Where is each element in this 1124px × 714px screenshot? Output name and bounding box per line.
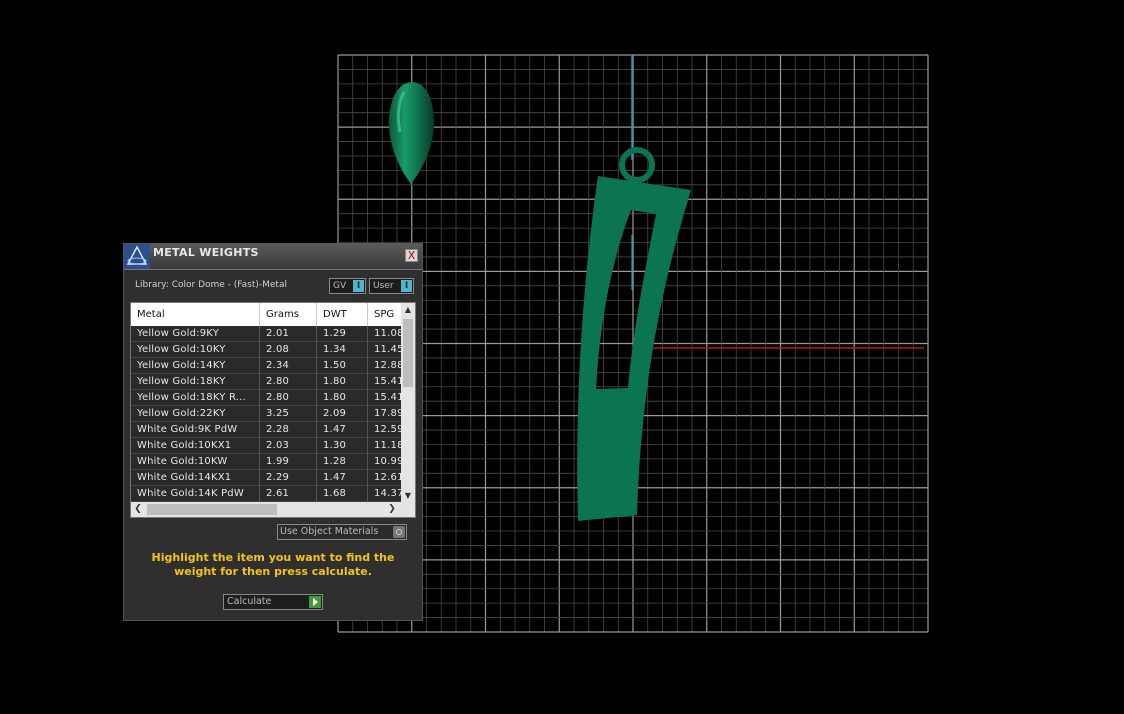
table-row[interactable]: White Gold:10KW 1.99 1.28 10.99 bbox=[131, 454, 403, 470]
scroll-left-icon[interactable]: ❮ bbox=[131, 502, 145, 517]
cell-grams: 2.80 bbox=[260, 374, 317, 390]
cell-grams: 1.99 bbox=[260, 454, 317, 470]
gv-toggle[interactable]: GV I bbox=[329, 278, 366, 294]
table-header: Metal Grams DWT SPG bbox=[131, 303, 403, 326]
cell-spg: 15.41 bbox=[368, 390, 403, 406]
table-row[interactable]: Yellow Gold:18KY R... 2.80 1.80 15.41 bbox=[131, 390, 403, 406]
table-row[interactable]: Yellow Gold:18KY 2.80 1.80 15.41 bbox=[131, 374, 403, 390]
table-row[interactable]: White Gold:9K PdW 2.28 1.47 12.59 bbox=[131, 422, 403, 438]
cell-spg: 14.37 bbox=[368, 486, 403, 502]
horizontal-scrollbar[interactable]: ❮ ❯ bbox=[131, 502, 415, 517]
cell-spg: 11.45 bbox=[368, 342, 403, 358]
cell-dwt: 1.47 bbox=[317, 470, 368, 486]
metal-table[interactable]: Metal Grams DWT SPG Yellow Gold:9KY 2.01 1… bbox=[130, 302, 416, 518]
cell-grams: 2.34 bbox=[260, 358, 317, 374]
cell-spg: 12.59 bbox=[368, 422, 403, 438]
scroll-right-icon[interactable]: ❯ bbox=[385, 502, 399, 517]
cell-grams: 2.01 bbox=[260, 326, 317, 342]
radio-icon bbox=[393, 526, 405, 538]
user-toggle[interactable]: User I bbox=[369, 278, 414, 294]
cell-grams: 2.80 bbox=[260, 390, 317, 406]
metal-weights-dialog[interactable]: METAL WEIGHTS X Library: Color Dome - (F… bbox=[123, 243, 423, 621]
calculate-button[interactable]: Calculate bbox=[223, 594, 323, 610]
cell-metal: White Gold:14K PdW bbox=[131, 486, 260, 502]
cell-grams: 2.03 bbox=[260, 438, 317, 454]
cell-metal: White Gold:10KW bbox=[131, 454, 260, 470]
cell-dwt: 1.28 bbox=[317, 454, 368, 470]
cell-spg: 12.61 bbox=[368, 470, 403, 486]
cell-grams: 2.61 bbox=[260, 486, 317, 502]
cell-grams: 2.28 bbox=[260, 422, 317, 438]
cell-dwt: 1.50 bbox=[317, 358, 368, 374]
cell-dwt: 2.09 bbox=[317, 406, 368, 422]
cell-spg: 17.89 bbox=[368, 406, 403, 422]
calculate-label: Calculate bbox=[227, 596, 272, 607]
drop-bead-model[interactable] bbox=[389, 82, 434, 184]
instruction-text: Highlight the item you want to find the … bbox=[151, 551, 395, 578]
cell-dwt: 1.68 bbox=[317, 486, 368, 502]
column-header-dwt[interactable]: DWT bbox=[317, 303, 368, 326]
column-header-grams[interactable]: Grams bbox=[260, 303, 317, 326]
use-object-materials-toggle[interactable]: Use Object Materials bbox=[277, 524, 407, 540]
table-row[interactable]: Yellow Gold:22KY 3.25 2.09 17.89 bbox=[131, 406, 403, 422]
cell-dwt: 1.30 bbox=[317, 438, 368, 454]
scroll-up-icon[interactable]: ▲ bbox=[401, 303, 415, 316]
library-label: Library: Color Dome - (Fast)-Metal bbox=[135, 280, 287, 290]
cell-spg: 11.18 bbox=[368, 438, 403, 454]
cell-grams: 2.29 bbox=[260, 470, 317, 486]
cell-dwt: 1.34 bbox=[317, 342, 368, 358]
table-row[interactable]: White Gold:14K PdW 2.61 1.68 14.37 bbox=[131, 486, 403, 502]
cell-spg: 15.41 bbox=[368, 374, 403, 390]
table-body: Yellow Gold:9KY 2.01 1.29 11.08 Yellow Gold:… bbox=[131, 326, 403, 502]
vertical-scroll-thumb[interactable] bbox=[403, 319, 413, 387]
table-row[interactable]: White Gold:10KX1 2.03 1.30 11.18 bbox=[131, 438, 403, 454]
cell-grams: 2.08 bbox=[260, 342, 317, 358]
earring-pendant-model[interactable] bbox=[577, 147, 691, 521]
cell-metal: Yellow Gold:10KY bbox=[131, 342, 260, 358]
vertical-scrollbar[interactable]: ▲ ▼ bbox=[401, 303, 415, 502]
close-button[interactable]: X bbox=[405, 249, 418, 262]
table-row[interactable]: Yellow Gold:14KY 2.34 1.50 12.88 bbox=[131, 358, 403, 374]
cell-metal: Yellow Gold:18KY R... bbox=[131, 390, 260, 406]
cell-metal: Yellow Gold:22KY bbox=[131, 406, 260, 422]
cell-metal: White Gold:10KX1 bbox=[131, 438, 260, 454]
cell-metal: Yellow Gold:14KY bbox=[131, 358, 260, 374]
user-toggle-knob: I bbox=[401, 280, 412, 292]
cell-dwt: 1.80 bbox=[317, 374, 368, 390]
gv-toggle-label: GV bbox=[333, 281, 347, 291]
column-header-metal[interactable]: Metal bbox=[131, 303, 260, 326]
column-header-spg[interactable]: SPG bbox=[368, 303, 403, 326]
cell-metal: Yellow Gold:18KY bbox=[131, 374, 260, 390]
horizontal-scroll-thumb[interactable] bbox=[147, 504, 277, 515]
cell-metal: White Gold:14KX1 bbox=[131, 470, 260, 486]
cell-spg: 11.08 bbox=[368, 326, 403, 342]
cell-metal: White Gold:9K PdW bbox=[131, 422, 260, 438]
use-object-materials-label: Use Object Materials bbox=[280, 526, 379, 537]
scroll-down-icon[interactable]: ▼ bbox=[401, 489, 415, 502]
dialog-title-bar[interactable]: METAL WEIGHTS X bbox=[124, 244, 422, 270]
cell-dwt: 1.29 bbox=[317, 326, 368, 342]
cell-spg: 12.88 bbox=[368, 358, 403, 374]
app-logo-icon bbox=[124, 244, 150, 269]
cell-spg: 10.99 bbox=[368, 454, 403, 470]
dialog-title: METAL WEIGHTS bbox=[153, 246, 259, 259]
table-row[interactable]: White Gold:14KX1 2.29 1.47 12.61 bbox=[131, 470, 403, 486]
cell-dwt: 1.80 bbox=[317, 390, 368, 406]
cell-dwt: 1.47 bbox=[317, 422, 368, 438]
gv-toggle-knob: I bbox=[353, 280, 364, 292]
table-row[interactable]: Yellow Gold:10KY 2.08 1.34 11.45 bbox=[131, 342, 403, 358]
cell-metal: Yellow Gold:9KY bbox=[131, 326, 260, 342]
user-toggle-label: User bbox=[373, 281, 394, 291]
table-row[interactable]: Yellow Gold:9KY 2.01 1.29 11.08 bbox=[131, 326, 403, 342]
cell-grams: 3.25 bbox=[260, 406, 317, 422]
play-icon bbox=[309, 596, 321, 608]
